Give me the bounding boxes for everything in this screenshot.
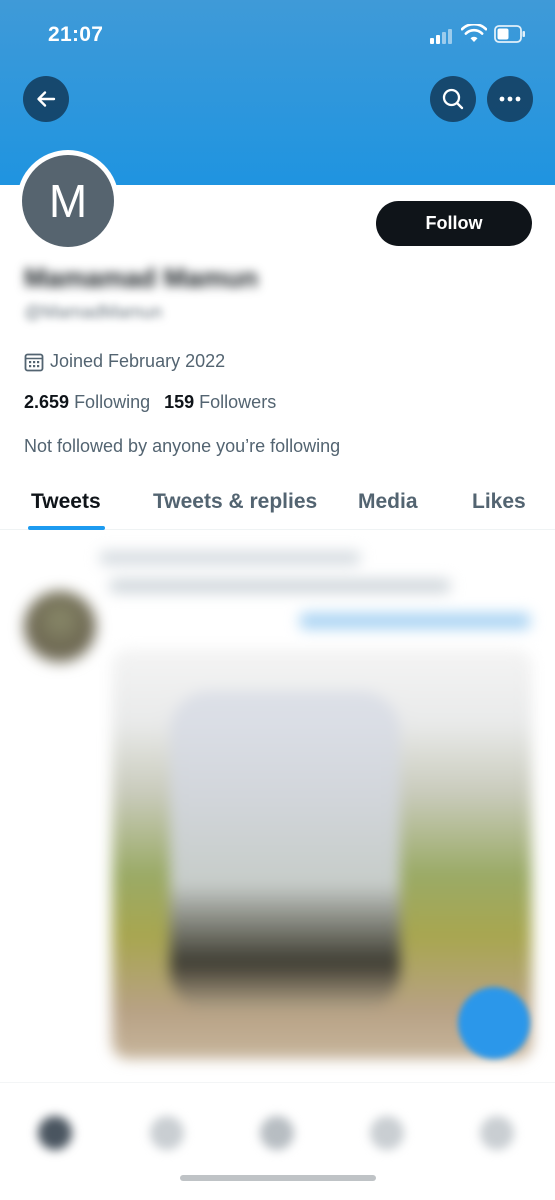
tweet-author-avatar[interactable] [24, 591, 96, 663]
follow-button[interactable]: Follow [376, 201, 532, 246]
wifi-icon [461, 24, 487, 42]
nav-home-icon[interactable] [38, 1116, 72, 1150]
battery-icon [494, 25, 525, 43]
search-icon [442, 88, 464, 110]
avatar[interactable]: M [17, 150, 119, 252]
avatar-initial: M [22, 155, 114, 247]
nav-spaces-icon[interactable] [260, 1116, 294, 1150]
following-label: Following [74, 392, 151, 412]
user-handle: @MamadMamun [24, 302, 163, 322]
tweet-header [110, 579, 450, 593]
profile-tabs: Tweets Tweets & replies Media Likes [0, 478, 555, 530]
not-followed-notice: Not followed by anyone you’re following [24, 436, 341, 456]
status-bar: 21:07 [0, 0, 555, 70]
nav-messages-icon[interactable] [480, 1116, 514, 1150]
tab-tweets-replies[interactable]: Tweets & replies [153, 490, 317, 514]
tab-tweets[interactable]: Tweets [31, 490, 101, 514]
follow-counts: 2.659 Following 159 Followers [24, 392, 276, 413]
following-link[interactable]: 2.659 Following [24, 392, 150, 412]
back-button[interactable] [23, 76, 69, 122]
followers-link[interactable]: 159 Followers [164, 392, 276, 412]
tweet-link[interactable] [300, 613, 530, 629]
retweet-context [100, 551, 360, 565]
joined-text: Joined February 2022 [50, 351, 226, 371]
compose-tweet-button[interactable] [458, 987, 530, 1059]
bottom-navigation [0, 1082, 555, 1200]
search-button[interactable] [430, 76, 476, 122]
cellular-signal-icon [430, 28, 456, 44]
tab-likes[interactable]: Likes [472, 490, 526, 514]
active-tab-indicator [28, 526, 105, 530]
more-dots-icon [499, 96, 521, 102]
followers-label: Followers [199, 392, 277, 412]
calendar-icon [24, 353, 44, 371]
status-time: 21:07 [48, 23, 104, 46]
nav-explore-icon[interactable] [150, 1116, 184, 1150]
more-options-button[interactable] [487, 76, 533, 122]
nav-notifications-icon[interactable] [370, 1116, 404, 1150]
tweet-media-subject [170, 691, 400, 1011]
joined-date: Joined February 2022 [24, 351, 225, 372]
home-indicator [180, 1175, 376, 1181]
following-count: 2.659 [24, 392, 70, 412]
display-name: Mamamad Mamun [24, 263, 259, 293]
followers-count: 159 [164, 392, 195, 412]
tab-media[interactable]: Media [358, 490, 418, 514]
back-arrow-icon [37, 91, 56, 107]
